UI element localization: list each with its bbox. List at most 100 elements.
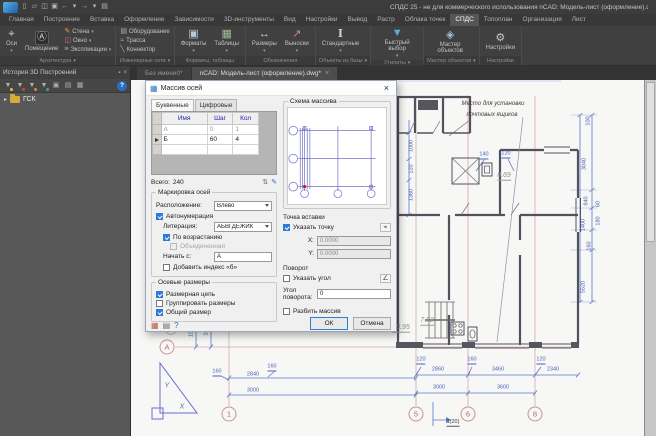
pick-angle-icon[interactable]: ∠ (380, 274, 391, 283)
dialog-close-button[interactable]: × (381, 83, 392, 93)
ribbon-tab[interactable]: Топоплан (479, 14, 518, 26)
open-file-icon[interactable]: ▱ (30, 1, 39, 13)
cell[interactable]: 4 (233, 135, 259, 145)
column-header[interactable]: Кол (233, 113, 259, 125)
redo-icon[interactable]: → (80, 1, 89, 13)
ribbon-tab[interactable]: СПДС (450, 14, 478, 26)
renumber-icon[interactable]: ⇅ (262, 178, 268, 186)
document-tab[interactable]: nCAD: Модель-лист (оформление).dwg*× (192, 67, 338, 80)
ribbon-tab[interactable]: Оформление (119, 14, 169, 26)
location-select[interactable]: Влево (214, 201, 272, 211)
button-tables[interactable]: ▦Таблицы▾ (212, 28, 241, 54)
filter-warnings-icon[interactable]: ▼ (27, 81, 37, 91)
y-coordinate-field[interactable]: 0.0000 (317, 249, 391, 259)
ribbon-tab[interactable]: Построение (39, 14, 85, 26)
undo-icon[interactable]: ← (60, 1, 69, 13)
button-route[interactable]: ≈Трасса (120, 37, 169, 45)
close-icon[interactable]: × (123, 70, 127, 76)
axis-table-icon[interactable]: ▦ (151, 322, 159, 330)
cell[interactable]: Б (161, 135, 207, 145)
ribbon-tab[interactable]: Облака точек (400, 14, 451, 26)
cell[interactable] (207, 145, 233, 155)
button-equipment[interactable]: ▤Оборудование (120, 28, 169, 36)
button-formats[interactable]: ▣Форматы▾ (179, 28, 209, 54)
report-icon[interactable]: ▤ (63, 81, 73, 91)
button-explication[interactable]: ≡Экспликации▾ (64, 46, 111, 54)
button-wall[interactable]: ✎Стена▾ (64, 28, 111, 36)
tree-item[interactable]: ▸ГСК (4, 96, 126, 103)
save-all-icon[interactable]: ▣ (50, 1, 59, 13)
button-window[interactable]: ◫Окно▾ (64, 37, 111, 45)
pin-icon[interactable]: ▪ (118, 70, 120, 76)
table-row[interactable] (153, 145, 276, 155)
tab-close-icon[interactable]: × (325, 70, 329, 77)
dialog-titlebar[interactable]: ▦ Массив осей × (146, 81, 396, 96)
column-header[interactable]: Имя (161, 113, 207, 125)
ribbon-tab[interactable]: Зависимости (169, 14, 218, 26)
drawing-canvas[interactable]: Место для установкипочтовых ящиков8.697.… (131, 80, 644, 436)
group-dimensions-checkbox[interactable]: Группировать размеры (156, 300, 272, 307)
scrollbar-thumb[interactable] (646, 82, 655, 242)
button-object-master[interactable]: ◈Мастер объектов (428, 29, 472, 54)
save-icon[interactable]: ◫ (40, 1, 49, 13)
button-standard[interactable]: IСтандартные▾ (320, 28, 361, 54)
axes-table[interactable]: ИмяШагКолА01Б604 (151, 111, 277, 175)
ribbon-tab[interactable]: Настройки (301, 14, 343, 26)
button-settings[interactable]: ⚙Настройки (484, 32, 517, 51)
column-header[interactable]: Шаг (207, 113, 233, 125)
cancel-button[interactable]: Отмена (353, 317, 391, 330)
pick-angle-checkbox[interactable]: Указать угол ∠ (283, 274, 391, 283)
ribbon-tab[interactable]: Главная (4, 14, 39, 26)
tab-digits[interactable]: Цифровые (195, 99, 238, 111)
add-index-checkbox[interactable]: Добавить индекс «б» (163, 264, 272, 271)
cell[interactable]: А (161, 125, 207, 135)
pick-point-checkbox[interactable]: Указать точку ⌖ (283, 223, 391, 232)
app-logo-icon[interactable] (3, 2, 18, 13)
dimension-chain-checkbox[interactable]: Размерная цепь (156, 291, 272, 298)
copy-icon[interactable]: ▣ (51, 81, 61, 91)
ribbon-tab[interactable]: Вставка (85, 14, 119, 26)
ribbon-tab[interactable]: Лист (567, 14, 591, 26)
filter-icon[interactable]: ▼ (3, 81, 13, 91)
autonumber-checkbox[interactable]: Автонумерация (156, 213, 272, 220)
combined-checkbox[interactable]: Объединенная (170, 243, 272, 250)
ribbon-tab[interactable]: Вид (279, 14, 301, 26)
ok-button[interactable]: ОК (310, 317, 348, 330)
tab-letters[interactable]: Буквенные (151, 99, 194, 111)
ribbon-tab[interactable]: Организация (518, 14, 567, 26)
ribbon-tab[interactable]: Растр (372, 14, 400, 26)
ascending-checkbox[interactable]: По возрастанию (163, 234, 272, 241)
button-axes[interactable]: ⌖Оси▾ (4, 28, 19, 54)
button-quick-select[interactable]: ▼Быстрый выбор▾ (375, 27, 419, 59)
literation-select[interactable]: АБВГДЕЖИК (214, 222, 272, 232)
button-connector[interactable]: ╲Коннектор (120, 46, 169, 54)
help-icon[interactable]: ? (117, 81, 127, 91)
cell[interactable]: 0 (207, 125, 233, 135)
vertical-scrollbar[interactable] (644, 80, 656, 436)
ribbon-tab[interactable]: Вывод (343, 14, 373, 26)
button-dimensions[interactable]: ↔Размеры▾ (250, 28, 279, 54)
cell[interactable]: 1 (233, 125, 259, 135)
grid-icon[interactable]: ▦ (75, 81, 85, 91)
notebook-icon[interactable]: ▤ (163, 322, 171, 330)
filter-info-icon[interactable]: ▼ (39, 81, 49, 91)
explode-array-checkbox[interactable]: Разбить массив (283, 308, 391, 315)
new-file-icon[interactable]: ▯ (20, 1, 29, 13)
button-leaders[interactable]: ↗Выноски▾ (283, 28, 311, 54)
overall-dimension-checkbox[interactable]: Общий размер (156, 309, 272, 316)
undo-dropdown-icon[interactable]: ▾ (70, 1, 79, 13)
document-tab[interactable]: Без имени0* (137, 67, 191, 80)
table-row[interactable]: А01 (153, 125, 276, 135)
edit-icon[interactable]: ✎ (271, 178, 277, 186)
pick-point-icon[interactable]: ⌖ (380, 223, 391, 232)
cell[interactable] (233, 145, 259, 155)
expand-arrow-icon[interactable]: ▸ (4, 96, 7, 103)
rotation-angle-field[interactable]: 0 (317, 289, 391, 299)
cell[interactable] (161, 145, 207, 155)
cell[interactable]: 60 (207, 135, 233, 145)
table-row[interactable]: Б604 (153, 135, 276, 145)
help-icon[interactable]: ? (174, 322, 178, 330)
start-with-field[interactable]: А (214, 252, 272, 262)
filter-errors-icon[interactable]: ▼ (15, 81, 25, 91)
redo-dropdown-icon[interactable]: ▾ (90, 1, 99, 13)
